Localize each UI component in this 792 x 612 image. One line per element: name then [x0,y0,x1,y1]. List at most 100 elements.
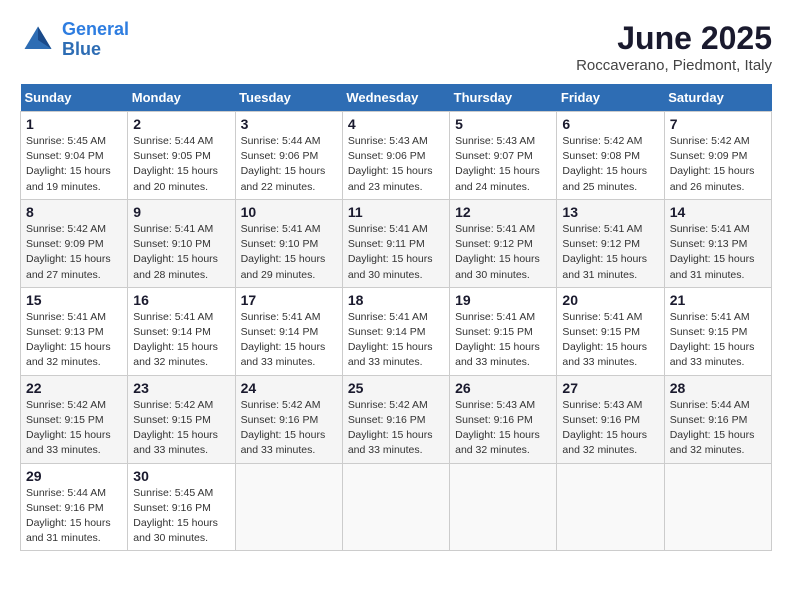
table-row: 28 Sunrise: 5:44 AMSunset: 9:16 PMDaylig… [664,375,771,463]
table-row: 27 Sunrise: 5:43 AMSunset: 9:16 PMDaylig… [557,375,664,463]
day-number: 3 [241,116,337,132]
table-row: 12 Sunrise: 5:41 AMSunset: 9:12 PMDaylig… [450,199,557,287]
day-number: 6 [562,116,658,132]
day-number: 21 [670,292,766,308]
day-number: 23 [133,380,229,396]
weekday-header-tuesday: Tuesday [235,84,342,112]
table-row: 13 Sunrise: 5:41 AMSunset: 9:12 PMDaylig… [557,199,664,287]
day-number: 18 [348,292,444,308]
logo-icon [20,22,56,58]
logo-general: General [62,19,129,39]
day-number: 19 [455,292,551,308]
day-detail: Sunrise: 5:43 AMSunset: 9:16 PMDaylight:… [455,399,540,457]
day-number: 14 [670,204,766,220]
day-number: 7 [670,116,766,132]
day-detail: Sunrise: 5:44 AMSunset: 9:16 PMDaylight:… [670,399,755,457]
day-number: 13 [562,204,658,220]
table-row [342,463,449,551]
day-number: 15 [26,292,122,308]
day-detail: Sunrise: 5:41 AMSunset: 9:15 PMDaylight:… [562,311,647,369]
table-row: 14 Sunrise: 5:41 AMSunset: 9:13 PMDaylig… [664,199,771,287]
day-detail: Sunrise: 5:41 AMSunset: 9:15 PMDaylight:… [455,311,540,369]
table-row: 20 Sunrise: 5:41 AMSunset: 9:15 PMDaylig… [557,287,664,375]
day-detail: Sunrise: 5:41 AMSunset: 9:15 PMDaylight:… [670,311,755,369]
table-row: 11 Sunrise: 5:41 AMSunset: 9:11 PMDaylig… [342,199,449,287]
day-number: 8 [26,204,122,220]
day-number: 28 [670,380,766,396]
day-detail: Sunrise: 5:41 AMSunset: 9:10 PMDaylight:… [241,223,326,281]
day-detail: Sunrise: 5:41 AMSunset: 9:14 PMDaylight:… [133,311,218,369]
day-detail: Sunrise: 5:41 AMSunset: 9:12 PMDaylight:… [562,223,647,281]
day-detail: Sunrise: 5:42 AMSunset: 9:16 PMDaylight:… [241,399,326,457]
day-number: 30 [133,468,229,484]
weekday-header-friday: Friday [557,84,664,112]
day-detail: Sunrise: 5:42 AMSunset: 9:08 PMDaylight:… [562,135,647,193]
weekday-header-thursday: Thursday [450,84,557,112]
day-detail: Sunrise: 5:42 AMSunset: 9:15 PMDaylight:… [133,399,218,457]
weekday-header-saturday: Saturday [664,84,771,112]
table-row: 22 Sunrise: 5:42 AMSunset: 9:15 PMDaylig… [21,375,128,463]
table-row [557,463,664,551]
table-row: 10 Sunrise: 5:41 AMSunset: 9:10 PMDaylig… [235,199,342,287]
day-detail: Sunrise: 5:41 AMSunset: 9:14 PMDaylight:… [348,311,433,369]
day-number: 26 [455,380,551,396]
day-number: 2 [133,116,229,132]
calendar-title: June 2025 [576,20,772,57]
title-area: June 2025 Roccaverano, Piedmont, Italy [576,20,772,74]
day-detail: Sunrise: 5:44 AMSunset: 9:05 PMDaylight:… [133,135,218,193]
day-detail: Sunrise: 5:45 AMSunset: 9:04 PMDaylight:… [26,135,111,193]
day-detail: Sunrise: 5:41 AMSunset: 9:10 PMDaylight:… [133,223,218,281]
day-detail: Sunrise: 5:43 AMSunset: 9:16 PMDaylight:… [562,399,647,457]
table-row: 8 Sunrise: 5:42 AMSunset: 9:09 PMDayligh… [21,199,128,287]
table-row: 17 Sunrise: 5:41 AMSunset: 9:14 PMDaylig… [235,287,342,375]
table-row: 30 Sunrise: 5:45 AMSunset: 9:16 PMDaylig… [128,463,235,551]
table-row: 4 Sunrise: 5:43 AMSunset: 9:06 PMDayligh… [342,112,449,200]
day-number: 25 [348,380,444,396]
table-row [664,463,771,551]
day-detail: Sunrise: 5:44 AMSunset: 9:16 PMDaylight:… [26,487,111,545]
day-number: 20 [562,292,658,308]
weekday-header-monday: Monday [128,84,235,112]
logo: General Blue [20,20,129,60]
day-number: 24 [241,380,337,396]
day-number: 16 [133,292,229,308]
calendar-table: SundayMondayTuesdayWednesdayThursdayFrid… [20,84,772,551]
table-row: 23 Sunrise: 5:42 AMSunset: 9:15 PMDaylig… [128,375,235,463]
day-detail: Sunrise: 5:41 AMSunset: 9:14 PMDaylight:… [241,311,326,369]
day-number: 5 [455,116,551,132]
calendar-subtitle: Roccaverano, Piedmont, Italy [576,57,772,74]
day-detail: Sunrise: 5:43 AMSunset: 9:07 PMDaylight:… [455,135,540,193]
table-row: 9 Sunrise: 5:41 AMSunset: 9:10 PMDayligh… [128,199,235,287]
table-row: 24 Sunrise: 5:42 AMSunset: 9:16 PMDaylig… [235,375,342,463]
table-row: 21 Sunrise: 5:41 AMSunset: 9:15 PMDaylig… [664,287,771,375]
day-detail: Sunrise: 5:43 AMSunset: 9:06 PMDaylight:… [348,135,433,193]
day-number: 22 [26,380,122,396]
day-detail: Sunrise: 5:41 AMSunset: 9:11 PMDaylight:… [348,223,433,281]
day-number: 10 [241,204,337,220]
day-number: 11 [348,204,444,220]
header: General Blue June 2025 Roccaverano, Pied… [20,20,772,74]
table-row: 15 Sunrise: 5:41 AMSunset: 9:13 PMDaylig… [21,287,128,375]
logo-blue: Blue [62,39,101,59]
day-detail: Sunrise: 5:42 AMSunset: 9:16 PMDaylight:… [348,399,433,457]
weekday-header-sunday: Sunday [21,84,128,112]
day-number: 9 [133,204,229,220]
day-detail: Sunrise: 5:41 AMSunset: 9:13 PMDaylight:… [26,311,111,369]
day-number: 12 [455,204,551,220]
table-row [450,463,557,551]
day-detail: Sunrise: 5:41 AMSunset: 9:13 PMDaylight:… [670,223,755,281]
weekday-header-wednesday: Wednesday [342,84,449,112]
day-number: 1 [26,116,122,132]
day-detail: Sunrise: 5:42 AMSunset: 9:09 PMDaylight:… [26,223,111,281]
table-row: 5 Sunrise: 5:43 AMSunset: 9:07 PMDayligh… [450,112,557,200]
table-row: 16 Sunrise: 5:41 AMSunset: 9:14 PMDaylig… [128,287,235,375]
day-detail: Sunrise: 5:44 AMSunset: 9:06 PMDaylight:… [241,135,326,193]
table-row: 19 Sunrise: 5:41 AMSunset: 9:15 PMDaylig… [450,287,557,375]
day-detail: Sunrise: 5:41 AMSunset: 9:12 PMDaylight:… [455,223,540,281]
table-row: 6 Sunrise: 5:42 AMSunset: 9:08 PMDayligh… [557,112,664,200]
table-row: 1 Sunrise: 5:45 AMSunset: 9:04 PMDayligh… [21,112,128,200]
day-number: 4 [348,116,444,132]
table-row: 7 Sunrise: 5:42 AMSunset: 9:09 PMDayligh… [664,112,771,200]
day-number: 17 [241,292,337,308]
table-row: 25 Sunrise: 5:42 AMSunset: 9:16 PMDaylig… [342,375,449,463]
